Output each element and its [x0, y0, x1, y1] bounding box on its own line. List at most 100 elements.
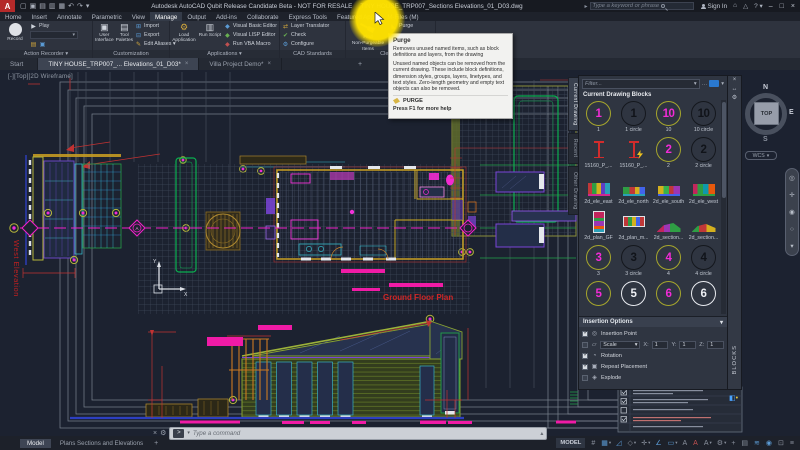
block-item[interactable]: 2d_ele_north — [616, 172, 651, 205]
close-button[interactable]: × — [791, 3, 795, 10]
annotation-visibility-icon[interactable]: A — [681, 439, 691, 448]
palette-close-icon[interactable]: × — [733, 76, 737, 85]
ribbon-tab[interactable]: Collaborate — [242, 12, 284, 21]
minimize-button[interactable]: – — [769, 3, 773, 10]
ribbon-tab[interactable]: Output — [182, 12, 211, 21]
viewcube-south[interactable]: S — [763, 136, 768, 143]
layout-tab[interactable]: Model — [20, 439, 51, 448]
palette-launcher-icon[interactable]: ◧• — [729, 394, 738, 402]
action-recorder-panel-label[interactable]: Action Recorder ▾ — [0, 50, 92, 58]
quick-properties-icon[interactable]: ▤ — [739, 438, 751, 448]
run-vba-macro-button[interactable]: ◆Run VBA Macro — [224, 40, 277, 48]
autocad-logo[interactable]: A — [0, 0, 15, 12]
block-item[interactable]: 3 3 circle — [616, 244, 651, 277]
explode-checkbox[interactable] — [582, 375, 588, 381]
applications-panel-label[interactable]: Applications ▾ — [170, 50, 279, 58]
annotation-scale-icon[interactable]: A▾ — [702, 439, 714, 448]
scale-dropdown[interactable]: Scale▾ — [600, 341, 640, 349]
object-snap-icon[interactable]: ▭▾ — [666, 438, 680, 448]
command-expand-icon[interactable]: ▴ — [540, 430, 543, 437]
blocks-filter-input[interactable]: Filter...▾ — [582, 79, 700, 89]
viewcube[interactable]: TOP N E S — [740, 84, 796, 148]
zoom-icon[interactable]: ◉ — [789, 208, 795, 216]
ribbon-tab[interactable]: M-Files (M) — [382, 12, 423, 21]
explode-option[interactable]: ◈ Explode — [582, 373, 724, 382]
record-button[interactable]: Record — [2, 22, 28, 49]
help-icon[interactable]: ? ▾ — [754, 2, 763, 10]
block-item[interactable]: 2d_section... — [686, 208, 721, 241]
insert-message-icon[interactable]: ▤ — [30, 41, 37, 48]
save-as-icon[interactable]: ▥ — [49, 2, 56, 10]
insertion-point-option[interactable]: ◎ Insertion Point — [582, 329, 724, 338]
user-interface-button[interactable]: ▣ User Interface — [95, 22, 114, 49]
ribbon-tab[interactable]: Annotate — [52, 12, 87, 21]
palette-properties-icon[interactable]: ⚙ — [732, 94, 737, 103]
workspace-switching-icon[interactable]: ⚙▾ — [715, 438, 729, 448]
file-tab[interactable]: Villa Project Demo*× — [199, 58, 282, 70]
layer-translator-button[interactable]: ⇄Layer Translator — [282, 22, 329, 30]
file-tab[interactable]: TINY HOUSE_TRP007_... Elevations_01_D03*… — [38, 58, 199, 70]
command-line-input[interactable]: > ▾ Type a command ▴ — [169, 427, 547, 440]
osnap-tracking-icon[interactable]: ✛▾ — [639, 438, 652, 448]
block-item[interactable]: 10 10 circle — [686, 100, 721, 133]
blocks-scrollbar[interactable] — [721, 100, 726, 314]
grid-display-icon[interactable]: # — [589, 439, 598, 448]
ribbon-tab[interactable]: Add-ins — [211, 12, 242, 21]
block-item[interactable]: 2d_ele_south — [651, 172, 686, 205]
run-script-button[interactable]: ▥ Run Script — [198, 22, 222, 49]
command-customize-icon[interactable]: ⚙ — [160, 429, 166, 437]
ribbon-tab[interactable]: Express Tools — [284, 12, 332, 21]
block-item[interactable]: 6 — [686, 280, 721, 307]
block-item[interactable]: 5 — [581, 280, 616, 307]
orbit-icon[interactable]: ○ — [790, 226, 794, 233]
steering-wheel-icon[interactable]: ◎ — [789, 174, 795, 182]
sign-in-button[interactable]: Sign In — [708, 3, 728, 10]
block-item[interactable]: 1 1 circle — [616, 100, 651, 133]
block-item[interactable]: 4 4 circle — [686, 244, 721, 277]
viewport-controls-label[interactable]: [-][Top][2D Wireframe] — [8, 73, 73, 80]
ortho-mode-icon[interactable]: ∠ — [653, 438, 664, 448]
plot-icon[interactable]: ▦ — [59, 2, 66, 10]
insertion-point-checkbox[interactable] — [582, 331, 588, 337]
rotation-checkbox[interactable] — [582, 353, 588, 359]
isometric-drafting-icon[interactable]: ◇▾ — [626, 438, 639, 448]
block-item[interactable]: 2d_ele_east — [581, 172, 616, 205]
search-expand-icon[interactable]: ▸ — [585, 3, 588, 10]
scale-y-input[interactable]: 1 — [679, 341, 696, 349]
block-item[interactable]: 15160_P_... — [616, 136, 651, 169]
new-file-icon[interactable]: ▢ — [20, 2, 27, 10]
app-store-icon[interactable]: ⌂ — [733, 2, 737, 10]
sync-blocks-icon[interactable] — [709, 80, 719, 87]
palette-side-tab[interactable]: Current Drawing — [568, 77, 578, 131]
block-item[interactable]: 6 — [651, 280, 686, 307]
visual-basic-editor-button[interactable]: ◆Visual Basic Editor — [224, 22, 277, 30]
scale-checkbox[interactable] — [582, 342, 588, 348]
navbar-menu-icon[interactable]: ▾ — [790, 242, 793, 250]
tab-close-icon[interactable]: × — [268, 61, 272, 67]
purge-button[interactable]: ◣Purge — [390, 22, 413, 30]
block-item[interactable]: 3 3 — [581, 244, 616, 277]
ribbon-tab[interactable]: Home — [0, 12, 27, 21]
play-button[interactable]: ▶Play — [30, 22, 90, 30]
viewcube-east[interactable]: E — [789, 109, 794, 116]
repeat-placement-option[interactable]: ▣ Repeat Placement — [582, 362, 724, 371]
block-item[interactable]: 2d_ele_west — [686, 172, 721, 205]
rotation-option[interactable]: ◔ Rotation — [582, 351, 724, 360]
load-application-button[interactable]: ⚙ Load Application — [172, 22, 196, 49]
dynamic-input-icon[interactable]: ◿ — [614, 438, 624, 448]
display-options-icon[interactable]: ▾ — [721, 81, 724, 87]
scale-option[interactable]: ▱ Scale▾ X:1 Y:1 Z:1 — [582, 340, 724, 349]
configure-button[interactable]: ⚙Configure — [282, 40, 329, 48]
repeat-placement-checkbox[interactable] — [582, 364, 588, 370]
scale-x-input[interactable]: 1 — [652, 341, 669, 349]
visual-lisp-editor-button[interactable]: ◆Visual LISP Editor — [224, 31, 277, 39]
graphics-performance-icon[interactable]: ≋ — [752, 438, 763, 448]
recent-commands-icon[interactable]: ▾ — [187, 430, 190, 436]
tool-palettes-button[interactable]: ▤ Tool Palettes — [116, 22, 133, 49]
tab-close-icon[interactable]: × — [185, 61, 189, 67]
block-item[interactable]: 2d_section... — [651, 208, 686, 241]
autodesk-account-icon[interactable]: △ — [743, 2, 748, 10]
block-item[interactable]: 2 2 circle — [686, 136, 721, 169]
block-item[interactable]: 10 10 — [651, 100, 686, 133]
model-space-toggle[interactable]: MODEL — [556, 438, 585, 448]
